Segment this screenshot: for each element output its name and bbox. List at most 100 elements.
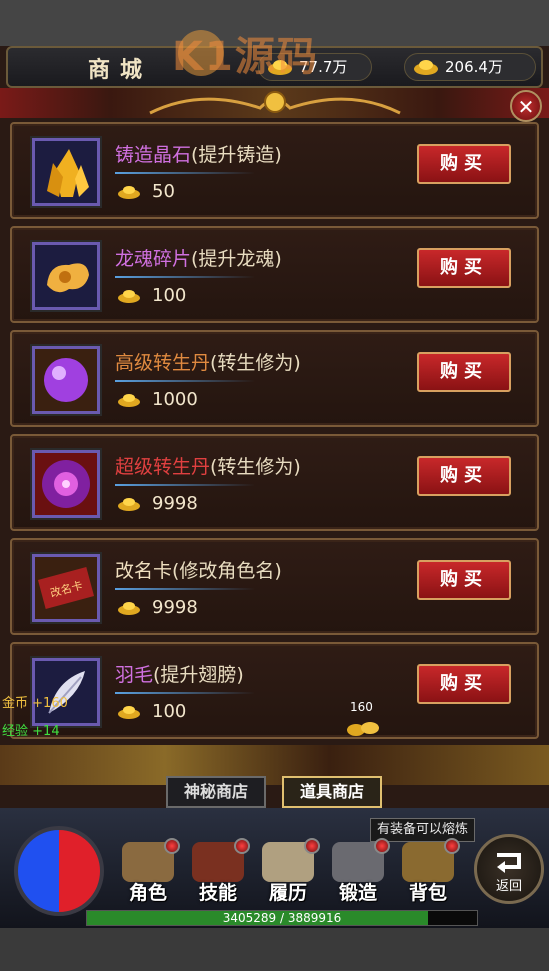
menu-label: 技能 <box>198 882 237 904</box>
notification-dot-icon <box>304 838 320 854</box>
back-button[interactable]: 返回 <box>474 834 544 904</box>
item-divider <box>115 692 255 694</box>
gold-ingot-icon <box>118 498 140 511</box>
hp-mp-orb <box>14 826 104 916</box>
menu-item-skill[interactable]: 技能 <box>184 838 252 906</box>
item-name: 龙魂碎片 <box>115 248 192 270</box>
item-description: (提升龙魂) <box>191 248 282 270</box>
gold-ingot-icon <box>118 186 140 199</box>
item-icon-frame[interactable]: 改名卡 <box>32 554 100 622</box>
notification-dot-icon <box>444 838 460 854</box>
buy-button[interactable]: 购买 <box>417 560 511 600</box>
gold-pile-decoration <box>0 745 549 785</box>
super-pill-icon <box>42 460 90 508</box>
item-price: 9998 <box>152 493 198 514</box>
exp-gain-value: +14 <box>32 724 60 739</box>
item-title: 高级转生丹(转生修为) <box>115 348 301 375</box>
item-title: 超级转生丹(转生修为) <box>115 452 301 479</box>
item-divider <box>115 588 255 590</box>
notification-dot-icon <box>164 838 180 854</box>
notification-dot-icon <box>234 838 250 854</box>
item-name: 羽毛 <box>115 664 154 686</box>
tab-item-shop[interactable]: 道具商店 <box>282 776 382 808</box>
footer <box>0 928 549 971</box>
item-divider <box>115 380 255 382</box>
buy-button[interactable]: 购买 <box>417 352 511 392</box>
purple-pill-icon <box>44 358 88 402</box>
item-price: 50 <box>152 181 175 202</box>
item-description: (转生修为) <box>210 352 301 374</box>
item-divider <box>115 484 255 486</box>
notification-dot-icon <box>374 838 390 854</box>
gold-gain-label: 金币 <box>2 696 29 711</box>
list-item: 改名卡 改名卡(修改角色名) 9998 购买 <box>10 538 539 635</box>
item-icon-frame[interactable] <box>32 346 100 414</box>
item-description: (修改角色名) <box>172 560 282 582</box>
menu-item-history[interactable]: 履历 <box>254 838 322 906</box>
menu-label: 锻造 <box>338 882 377 904</box>
dragon-soul-icon <box>47 263 89 293</box>
menu-label: 角色 <box>128 882 167 904</box>
watermark: K1源码 <box>172 34 319 80</box>
item-title: 改名卡(修改角色名) <box>115 556 282 583</box>
item-icon-frame[interactable] <box>32 138 100 206</box>
exp-gain-text: 经验 +14 <box>2 720 60 739</box>
ingot-counter: 206.4万 <box>404 53 536 81</box>
exp-bar: 3405289 / 3889916 <box>86 910 478 926</box>
item-title: 龙魂碎片(提升龙魂) <box>115 244 282 271</box>
gold-ingot-icon <box>414 60 438 75</box>
item-name: 改名卡 <box>115 560 173 582</box>
item-description: (转生修为) <box>210 456 301 478</box>
menu-label: 背包 <box>408 882 447 904</box>
dragon-ornament <box>0 88 549 118</box>
shop-window: 商城 77.7万 206.4万 K1源码 ✕ 铸造晶石(提升铸造) 50 购买 … <box>0 0 549 971</box>
item-description: (提升铸造) <box>191 144 282 166</box>
exp-bar-text: 3405289 / 3889916 <box>222 911 342 925</box>
buy-button[interactable]: 购买 <box>417 144 511 184</box>
item-name: 超级转生丹 <box>115 456 211 478</box>
gold-drop-amount: 160 <box>350 700 373 714</box>
buy-button[interactable]: 购买 <box>417 456 511 496</box>
list-item: 超级转生丹(转生修为) 9998 购买 <box>10 434 539 531</box>
list-item: 龙魂碎片(提升龙魂) 100 购买 <box>10 226 539 323</box>
close-icon: ✕ <box>517 95 535 119</box>
menu-item-backpack[interactable]: 背包 <box>394 838 462 906</box>
back-label: 返回 <box>495 879 522 894</box>
list-item: 羽毛(提升翅膀) 100 购买 <box>10 642 539 739</box>
item-icon-frame[interactable] <box>32 242 100 310</box>
gold-ingot-icon <box>118 394 140 407</box>
item-name: 铸造晶石 <box>115 144 192 166</box>
return-arrow-icon <box>497 853 521 873</box>
item-price: 100 <box>152 701 187 722</box>
item-title: 铸造晶石(提升铸造) <box>115 140 282 167</box>
page-title: 商城 <box>88 57 153 83</box>
item-price: 9998 <box>152 597 198 618</box>
tab-mystery-shop[interactable]: 神秘商店 <box>166 776 266 808</box>
gold-ingot-icon <box>118 602 140 615</box>
item-divider <box>115 276 255 278</box>
gold-gain-value: +160 <box>32 696 68 711</box>
list-item: 铸造晶石(提升铸造) 50 购买 <box>10 122 539 219</box>
buy-button[interactable]: 购买 <box>417 664 511 704</box>
item-divider <box>115 172 255 174</box>
gold-coins-icon[interactable] <box>346 716 382 738</box>
list-item: 高级转生丹(转生修为) 1000 购买 <box>10 330 539 427</box>
menu-item-character[interactable]: 角色 <box>114 838 182 906</box>
gold-ingot-icon <box>118 290 140 303</box>
item-title: 羽毛(提升翅膀) <box>115 660 244 687</box>
exp-gain-label: 经验 <box>2 724 29 739</box>
buy-button[interactable]: 购买 <box>417 248 511 288</box>
item-price: 1000 <box>152 389 198 410</box>
close-button[interactable]: ✕ <box>510 90 542 122</box>
gold-gain-text: 金币 +160 <box>2 692 68 711</box>
ingot-amount: 206.4万 <box>445 58 503 76</box>
item-icon-frame[interactable] <box>32 450 100 518</box>
menu-label: 履历 <box>268 882 307 904</box>
menu-item-forge[interactable]: 锻造 <box>324 838 392 906</box>
gold-ingot-icon <box>118 706 140 719</box>
rename-card-icon: 改名卡 <box>37 567 95 609</box>
item-name: 高级转生丹 <box>115 352 211 374</box>
item-description: (提升翅膀) <box>153 664 244 686</box>
dragon-crest-icon <box>149 91 401 115</box>
crystal-icon <box>47 149 89 197</box>
